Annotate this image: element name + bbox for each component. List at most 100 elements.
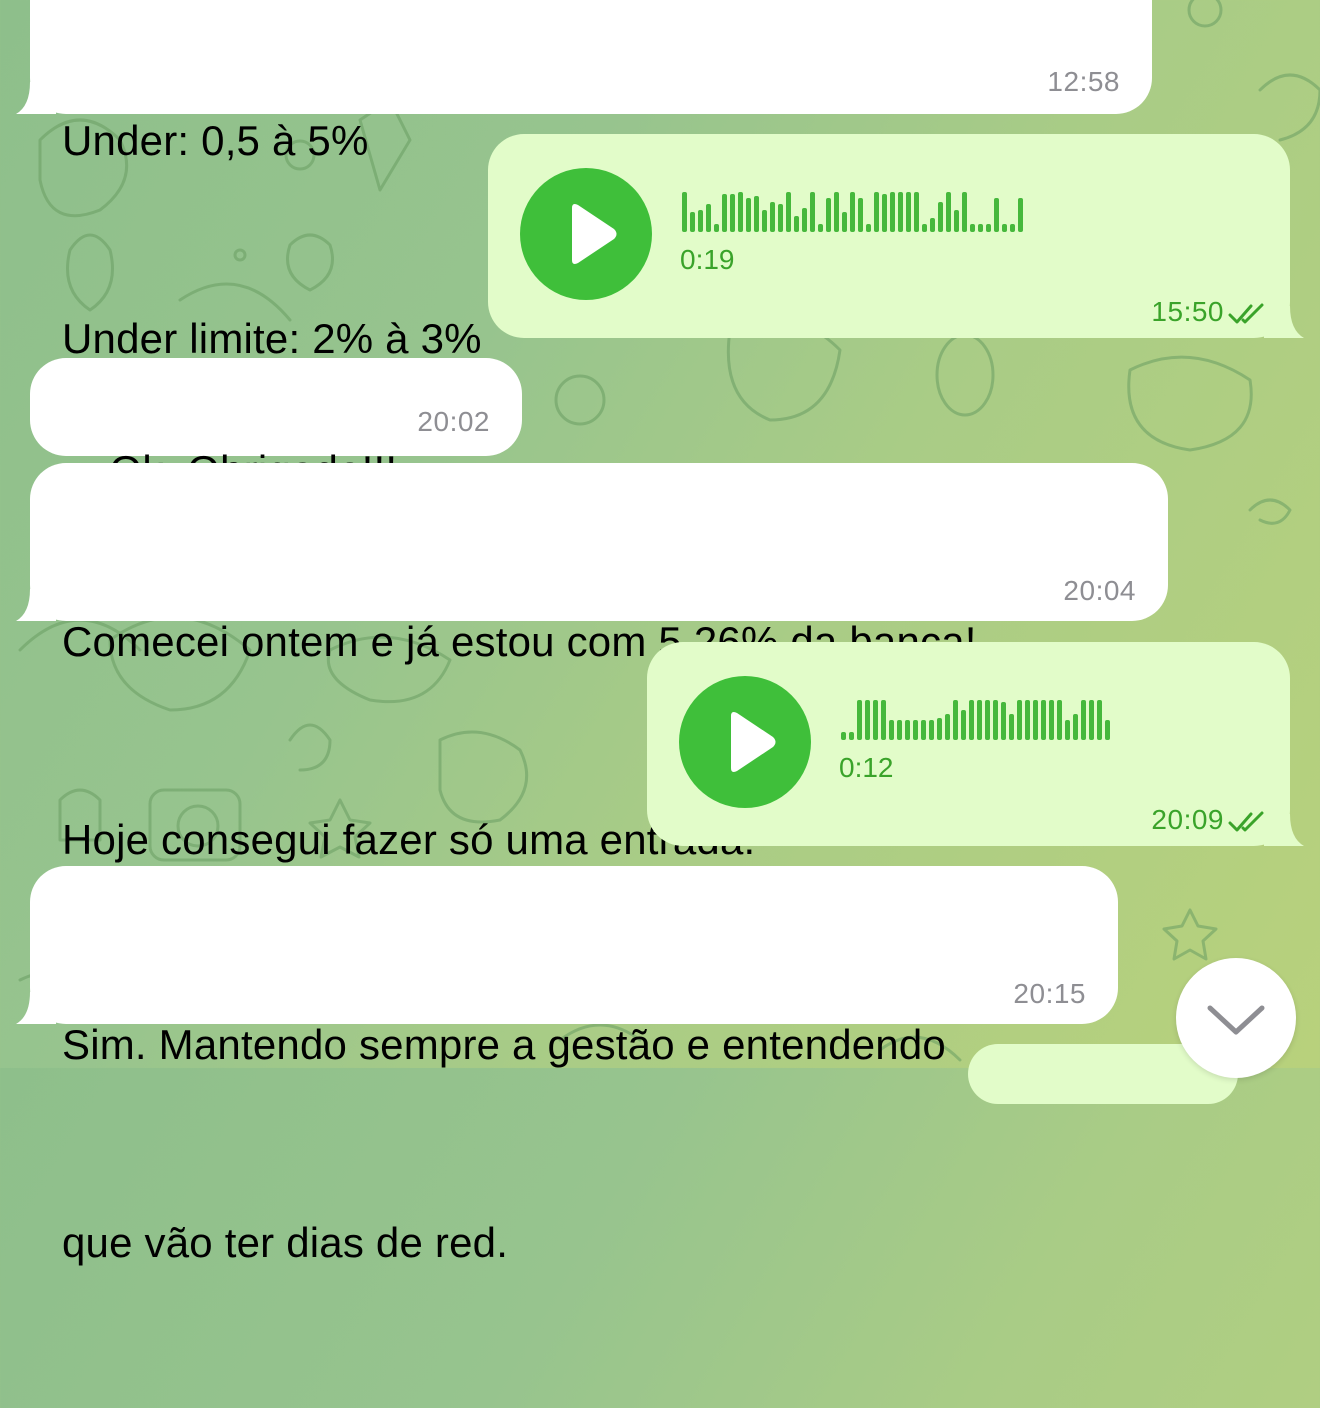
waveform-bar xyxy=(985,700,990,740)
waveform-bar xyxy=(913,720,918,740)
waveform-bar xyxy=(906,192,911,232)
waveform-bar xyxy=(953,700,958,740)
waveform-bar xyxy=(690,212,695,232)
waveform-bar xyxy=(1009,714,1014,740)
message-line: Under: 0,5 à 5% xyxy=(62,117,369,164)
waveform-bar xyxy=(706,204,711,232)
waveform-bar xyxy=(882,194,887,232)
voice-duration: 0:19 xyxy=(680,244,735,275)
message-timestamp: 20:15 xyxy=(1013,978,1086,1009)
play-icon xyxy=(572,204,617,264)
waveform-bar xyxy=(738,192,743,232)
waveform-bar xyxy=(866,224,871,232)
waveform-bar xyxy=(754,196,759,232)
waveform-bar xyxy=(1105,720,1110,740)
waveform-bar xyxy=(1049,700,1054,740)
double-check-icon xyxy=(1228,811,1264,832)
waveform-bar xyxy=(810,192,815,232)
voice-duration: 0:12 xyxy=(839,752,894,783)
waveform-bar xyxy=(970,224,975,232)
waveform-bar xyxy=(890,192,895,232)
waveform-bar xyxy=(977,700,982,740)
voice-message-outgoing[interactable]: 0:12 20:09 xyxy=(647,642,1304,846)
waveform-bar xyxy=(922,224,927,232)
waveform-bar xyxy=(850,192,855,232)
waveform-bar xyxy=(1065,720,1070,740)
voice-message-outgoing[interactable]: 0:19 15:50 xyxy=(488,134,1304,338)
waveform-bar xyxy=(945,714,950,740)
message-line: que vão ter dias de red. xyxy=(62,1219,509,1266)
waveform-bar xyxy=(962,192,967,232)
waveform-bar xyxy=(778,204,783,232)
waveform-bar xyxy=(921,720,926,740)
message-bubble-incoming[interactable]: Ok. Obrigado!!! 20:02 xyxy=(30,358,522,494)
bubble-tail xyxy=(16,992,56,1024)
waveform-bar xyxy=(714,224,719,232)
waveform-bar xyxy=(993,700,998,740)
waveform-bar xyxy=(914,192,919,232)
waveform-bar xyxy=(1025,700,1030,740)
message-bubble-incoming[interactable]: Sim. Mantendo sempre a gestão e entenden… xyxy=(16,866,1118,1266)
message-line: Sim. Mantendo sempre a gestão e entenden… xyxy=(62,1021,946,1068)
waveform-bar xyxy=(786,192,791,232)
waveform-bar xyxy=(730,194,735,232)
waveform-bar xyxy=(961,710,966,740)
waveform-bar xyxy=(1018,198,1023,232)
play-button[interactable] xyxy=(520,168,652,300)
chevron-down-icon xyxy=(1207,1005,1265,1035)
waveform-bar xyxy=(826,198,831,232)
double-check-icon xyxy=(1228,303,1264,324)
waveform-bar xyxy=(1041,700,1046,740)
waveform-bar xyxy=(905,720,910,740)
waveform-bar xyxy=(1057,700,1062,740)
message-timestamp: 20:02 xyxy=(417,406,490,437)
waveform-bar xyxy=(881,700,886,740)
message-timestamp: 20:09 xyxy=(1151,804,1224,835)
voice-waveform[interactable] xyxy=(841,694,1110,740)
waveform-bar xyxy=(857,700,862,740)
waveform-bar xyxy=(698,210,703,232)
waveform-bar xyxy=(849,732,854,740)
play-icon xyxy=(731,712,776,772)
scroll-to-bottom-button[interactable] xyxy=(1176,958,1296,1078)
voice-waveform[interactable] xyxy=(682,186,1023,232)
message-timestamp: 15:50 xyxy=(1151,296,1224,327)
waveform-bar xyxy=(1033,700,1038,740)
waveform-bar xyxy=(770,202,775,232)
bubble-tail xyxy=(1264,814,1304,846)
bubble-tail xyxy=(1264,306,1304,338)
bubble-tail xyxy=(16,589,56,621)
waveform-bar xyxy=(1017,700,1022,740)
waveform-bar xyxy=(794,216,799,232)
waveform-bar xyxy=(873,700,878,740)
waveform-bar xyxy=(946,192,951,232)
waveform-bar xyxy=(986,224,991,232)
waveform-bar xyxy=(930,218,935,232)
waveform-bar xyxy=(978,224,983,232)
message-bubble-incoming[interactable]: Comecei ontem e já estou com 5,26% da ba… xyxy=(16,463,1168,863)
play-button[interactable] xyxy=(679,676,811,808)
waveform-bar xyxy=(818,224,823,232)
waveform-bar xyxy=(865,700,870,740)
message-timestamp: 12:58 xyxy=(1047,66,1120,97)
waveform-bar xyxy=(969,700,974,740)
waveform-bar xyxy=(929,720,934,740)
bubble-tail xyxy=(16,82,56,114)
message-text: Sim. Mantendo sempre a gestão e entenden… xyxy=(62,880,946,1408)
waveform-bar xyxy=(1097,700,1102,740)
waveform-bar xyxy=(938,202,943,232)
waveform-bar xyxy=(897,720,902,740)
waveform-bar xyxy=(842,212,847,232)
waveform-bar xyxy=(994,198,999,232)
waveform-bar xyxy=(1010,224,1015,232)
waveform-bar xyxy=(722,194,727,232)
waveform-bar xyxy=(762,210,767,232)
message-bubble-incoming[interactable]: Under: 0,5 à 5% Under limite: 2% à 3% 12… xyxy=(16,0,1152,362)
waveform-bar xyxy=(1002,224,1007,232)
waveform-bar xyxy=(858,198,863,232)
waveform-bar xyxy=(746,198,751,232)
waveform-bar xyxy=(802,208,807,232)
waveform-bar xyxy=(937,718,942,740)
waveform-bar xyxy=(1089,700,1094,740)
waveform-bar xyxy=(841,732,846,740)
